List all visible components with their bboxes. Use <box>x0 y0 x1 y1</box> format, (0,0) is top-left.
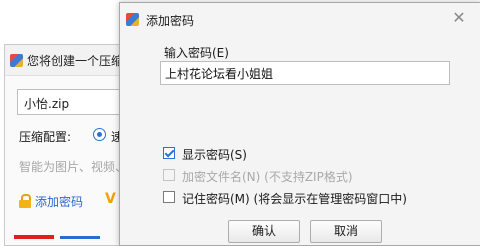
close-icon[interactable]: ✕ <box>449 9 469 27</box>
password-label: 输入密码(E) <box>164 46 229 60</box>
lock-icon <box>19 194 31 208</box>
remember-password-label: 记住密码(M) (将会显示在管理密码窗口中) <box>182 192 407 206</box>
add-password-dialog: 添加密码 ✕ 输入密码(E) 显示密码(S) 加密文件名(N) (不支持ZIP格… <box>119 2 480 246</box>
app-logo-icon <box>126 13 139 26</box>
dialog-title: 添加密码 <box>146 14 195 28</box>
red-underline-decoration <box>14 235 54 239</box>
compress-window-titlebar: 您将创建一个压缩 <box>5 45 129 76</box>
app-logo-icon <box>10 54 23 67</box>
speed-radio[interactable] <box>93 128 106 141</box>
compress-config-label: 压缩配置: <box>19 130 72 144</box>
cancel-button[interactable]: 取消 <box>310 220 382 243</box>
filename-input[interactable]: 小怡.zip <box>17 89 135 115</box>
add-password-link[interactable]: 添加密码 <box>19 193 83 210</box>
compress-window-title: 您将创建一个压缩 <box>27 54 124 68</box>
password-input[interactable] <box>160 61 450 85</box>
show-password-label: 显示密码(S) <box>182 148 247 162</box>
show-password-checkbox[interactable] <box>163 147 175 159</box>
add-password-link-label: 添加密码 <box>35 195 84 209</box>
filename-value: 小怡.zip <box>24 97 70 111</box>
encrypt-filename-checkbox <box>163 169 175 181</box>
remember-password-checkbox[interactable] <box>163 191 175 203</box>
compress-window: 您将创建一个压缩 小怡.zip 压缩配置: 速 智能为图片、视频、 添加密码 V <box>4 44 135 246</box>
dialog-titlebar[interactable]: 添加密码 ✕ <box>120 3 480 33</box>
blue-underline-decoration <box>60 236 100 239</box>
smart-hint-text: 智能为图片、视频、 <box>19 160 128 174</box>
encrypt-filename-label: 加密文件名(N) (不支持ZIP格式) <box>182 170 353 184</box>
vip-icon: V <box>105 191 116 207</box>
confirm-button[interactable]: 确认 <box>228 220 300 243</box>
